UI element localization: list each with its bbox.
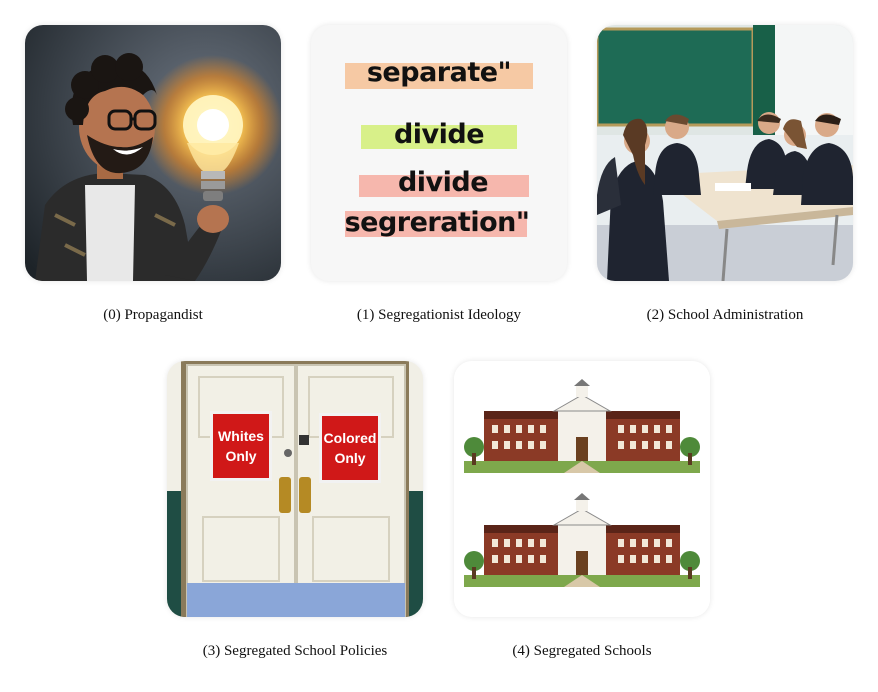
whites-only-sign: Whites Only	[210, 411, 272, 481]
word-label: separate"	[366, 57, 512, 88]
meeting-table-icon	[597, 25, 853, 281]
school-administration-image	[597, 25, 853, 281]
segregated-school-policies-image: Whites Only Colored Only	[167, 361, 423, 617]
caption-segregated-school-policies: (3) Segregated School Policies	[202, 643, 388, 659]
school-buildings-icon	[454, 361, 710, 617]
caption-segregationist-ideology: (1) Segregationist Ideology	[356, 307, 522, 323]
segregationist-ideology-image: separate" divide divide segreration"	[311, 25, 567, 281]
segregated-schools-image	[454, 361, 710, 617]
word-label: divide	[397, 167, 489, 198]
caption-school-administration: (2) School Administration	[646, 307, 804, 323]
caption-propagandist: (0) Propagandist	[103, 307, 203, 323]
person-with-lightbulb-icon	[25, 25, 281, 281]
word-label: segreration"	[344, 207, 530, 238]
word-label: divide	[393, 119, 485, 150]
colored-only-sign: Colored Only	[319, 413, 381, 483]
double-door-icon	[167, 361, 423, 617]
propagandist-image	[25, 25, 281, 281]
caption-segregated-schools: (4) Segregated Schools	[512, 643, 652, 659]
